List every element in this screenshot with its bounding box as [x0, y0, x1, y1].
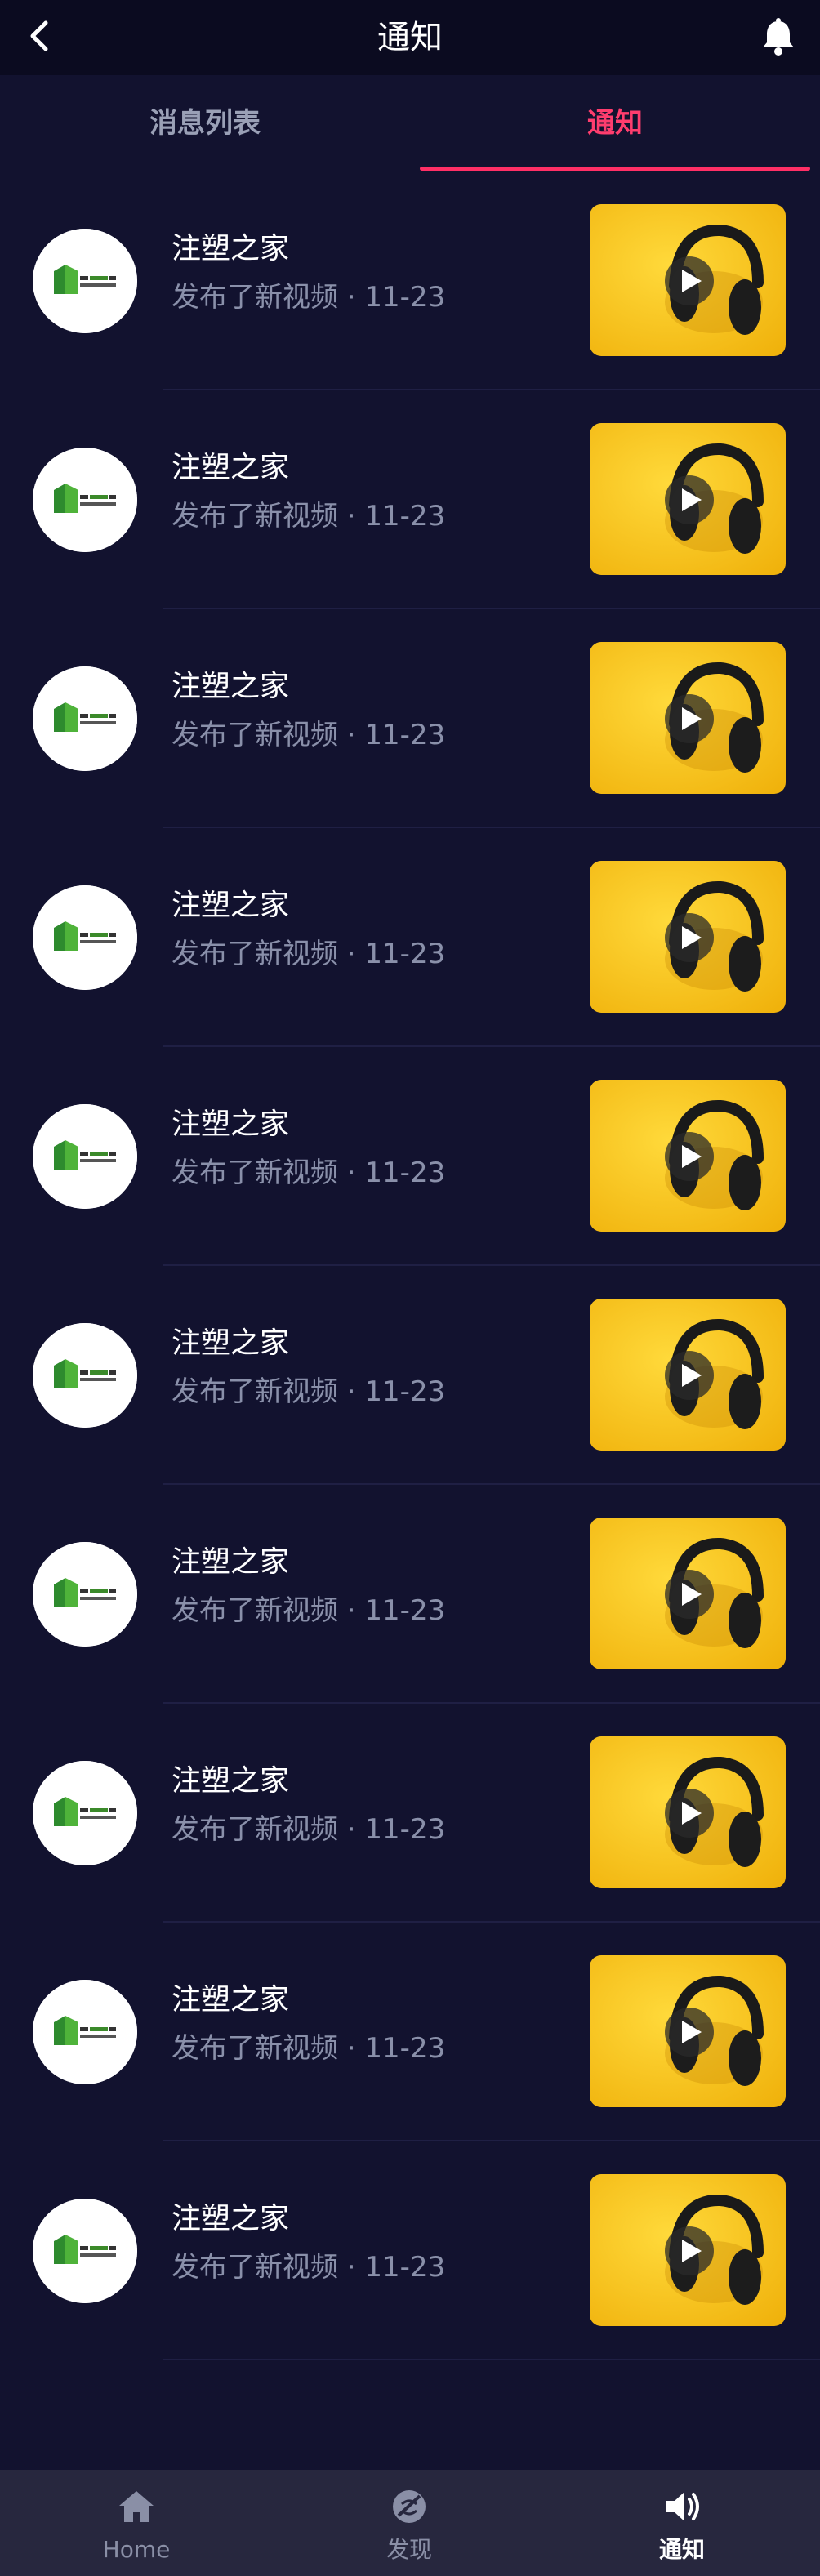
- notification-message: 发布了新视频 · 11-23: [172, 2032, 446, 2065]
- top-bar: 通知: [0, 0, 820, 75]
- notification-row[interactable]: 注塑之家发布了新视频 · 11-23: [0, 390, 820, 609]
- avatar[interactable]: [33, 448, 137, 552]
- avatar[interactable]: [33, 1980, 137, 2084]
- avatar[interactable]: [33, 885, 137, 990]
- active-tab-indicator: [420, 167, 810, 171]
- speaker-icon: [666, 2492, 699, 2521]
- notification-message: 发布了新视频 · 11-23: [172, 938, 446, 970]
- avatar[interactable]: [33, 229, 137, 333]
- notification-sender: 注塑之家: [172, 1545, 290, 1579]
- home-icon: [119, 2491, 154, 2522]
- nav-discover[interactable]: 发现: [273, 2470, 546, 2576]
- notification-row[interactable]: 注塑之家发布了新视频 · 11-23: [0, 1266, 820, 1485]
- video-thumbnail[interactable]: [590, 423, 786, 575]
- notification-sender: 注塑之家: [172, 2202, 290, 2235]
- avatar[interactable]: [33, 666, 137, 771]
- avatar[interactable]: [33, 1542, 137, 1647]
- notification-message: 发布了新视频 · 11-23: [172, 1375, 446, 1408]
- notification-row[interactable]: 注塑之家发布了新视频 · 11-23: [0, 1923, 820, 2141]
- notification-list: 注塑之家 发布了新视频 · 11-23 注塑之家 发布了新视频 · 11-23 注塑…: [0, 172, 820, 2360]
- notification-message: 发布了新视频 · 11-23: [172, 281, 446, 314]
- notification-row[interactable]: 注塑之家发布了新视频 · 11-23: [0, 1704, 820, 1923]
- notification-sender: 注塑之家: [172, 232, 290, 265]
- notification-message: 发布了新视频 · 11-23: [172, 1594, 446, 1627]
- video-thumbnail[interactable]: [590, 642, 786, 794]
- notification-message: 发布了新视频 · 11-23: [172, 500, 446, 533]
- notification-row[interactable]: 注塑之家发布了新视频 · 11-23: [0, 1047, 820, 1266]
- video-thumbnail[interactable]: [590, 1736, 786, 1888]
- video-thumbnail[interactable]: [590, 2174, 786, 2326]
- nav-home-label: Home: [102, 2536, 171, 2563]
- video-thumbnail[interactable]: [590, 1955, 786, 2107]
- notification-message: 发布了新视频 · 11-23: [172, 2251, 446, 2284]
- discover-icon: [393, 2490, 426, 2523]
- nav-discover-label: 发现: [385, 2536, 432, 2563]
- tab-message-list[interactable]: 消息列表: [0, 75, 410, 172]
- avatar[interactable]: [33, 1761, 137, 1865]
- video-thumbnail[interactable]: [590, 1080, 786, 1232]
- notification-sender: 注塑之家: [172, 1108, 290, 1141]
- notification-sender: 注塑之家: [172, 451, 290, 484]
- notification-sender: 注塑之家: [172, 1983, 290, 2017]
- row-divider: [163, 2359, 820, 2360]
- nav-notifications[interactable]: 通知: [546, 2470, 818, 2576]
- nav-home[interactable]: Home: [0, 2470, 273, 2576]
- tab-bar: 消息列表 通知: [0, 75, 820, 172]
- notification-row[interactable]: 注塑之家发布了新视频 · 11-23: [0, 172, 820, 390]
- notification-message: 发布了新视频 · 11-23: [172, 1813, 446, 1846]
- bell-icon: [763, 18, 794, 56]
- notification-row[interactable]: 注塑之家发布了新视频 · 11-23: [0, 828, 820, 1047]
- bell-button[interactable]: [758, 16, 799, 57]
- notification-sender: 注塑之家: [172, 1764, 290, 1798]
- avatar[interactable]: [33, 1323, 137, 1428]
- avatar[interactable]: [33, 1104, 137, 1209]
- notification-row[interactable]: 注塑之家发布了新视频 · 11-23: [0, 609, 820, 828]
- tab-notifications[interactable]: 通知: [410, 75, 820, 172]
- notification-message: 发布了新视频 · 11-23: [172, 719, 446, 751]
- notification-sender: 注塑之家: [172, 1326, 290, 1360]
- video-thumbnail[interactable]: [590, 1518, 786, 1669]
- avatar[interactable]: [33, 2199, 137, 2303]
- notification-row[interactable]: 注塑之家发布了新视频 · 11-23: [0, 2141, 820, 2360]
- nav-notifications-label: 通知: [658, 2536, 705, 2563]
- notification-row[interactable]: 注塑之家发布了新视频 · 11-23: [0, 1485, 820, 1704]
- notification-sender: 注塑之家: [172, 670, 290, 703]
- video-thumbnail[interactable]: [590, 204, 786, 356]
- page-title: 通知: [377, 19, 443, 56]
- video-thumbnail[interactable]: [590, 1299, 786, 1451]
- notification-message: 发布了新视频 · 11-23: [172, 1157, 446, 1189]
- video-thumbnail[interactable]: [590, 861, 786, 1013]
- notification-sender: 注塑之家: [172, 889, 290, 922]
- bottom-navigation: Home 发现 通知: [0, 2470, 820, 2576]
